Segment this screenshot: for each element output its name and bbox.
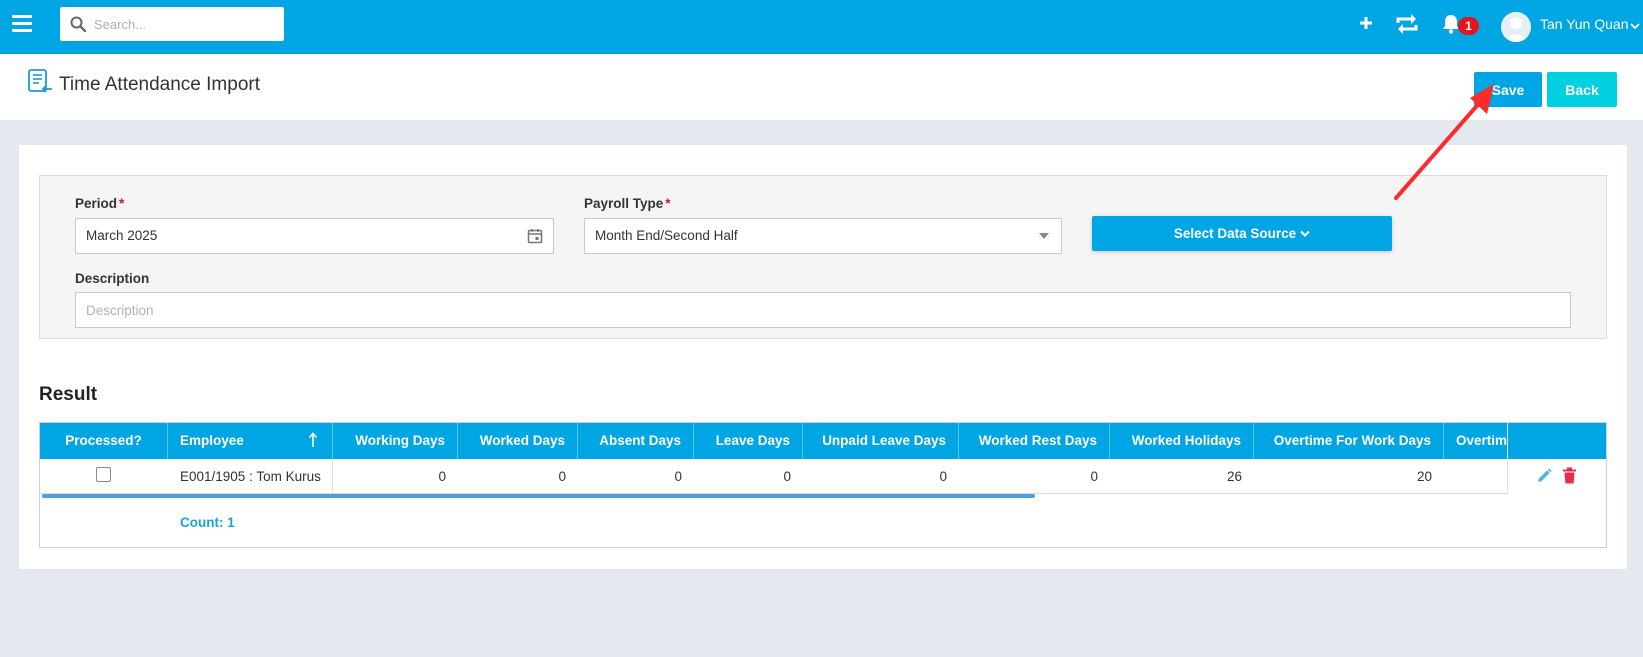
- payroll-type-value: Month End/Second Half: [595, 228, 738, 243]
- period-value: March 2025: [86, 228, 158, 243]
- dropdown-caret-icon[interactable]: [1039, 233, 1049, 239]
- payroll-type-label: Payroll Type *: [584, 196, 671, 211]
- column-header-worked-holidays[interactable]: Worked Holidays: [1110, 423, 1254, 459]
- table-row[interactable]: E001/1905 : Tom Kurus 0 0 0 0 0 0 26 20: [40, 459, 1606, 494]
- column-header-absent-days[interactable]: Absent Days: [578, 423, 694, 459]
- select-data-source-label: Select Data Source: [1173, 226, 1297, 241]
- top-navigation-bar: 1 Tan Yun Quan: [0, 0, 1643, 54]
- grid-header: Processed? Employee Working Days Worked …: [40, 423, 1606, 459]
- payroll-type-select[interactable]: Month End/Second Half: [584, 218, 1062, 254]
- column-header-processed[interactable]: Processed?: [40, 423, 168, 459]
- search-box[interactable]: [60, 7, 284, 41]
- cell-worked-rest-days: 0: [1090, 469, 1098, 484]
- description-input[interactable]: [75, 292, 1571, 328]
- row-actions-column: [1507, 423, 1606, 494]
- cell-worked-days: 0: [558, 469, 566, 484]
- cell-working-days: 0: [438, 469, 446, 484]
- column-header-worked-days[interactable]: Worked Days: [458, 423, 578, 459]
- column-header-overtime-for-work-days[interactable]: Overtime For Work Days: [1254, 423, 1444, 459]
- cell-employee: E001/1905 : Tom Kurus: [168, 459, 333, 494]
- import-document-icon: [28, 69, 52, 93]
- cell-absent-days: 0: [674, 469, 682, 484]
- page-title: Time Attendance Import: [59, 74, 261, 95]
- annotation-arrow-icon: [1394, 84, 1494, 200]
- user-avatar-icon: [1501, 12, 1531, 42]
- column-header-leave-days[interactable]: Leave Days: [694, 423, 803, 459]
- cell-worked-holidays: 26: [1226, 469, 1242, 484]
- avatar[interactable]: [1501, 12, 1531, 42]
- record-count: Count: 1: [180, 515, 235, 530]
- column-header-overtime[interactable]: Overtime: [1444, 423, 1514, 459]
- chevron-down-icon[interactable]: [1630, 22, 1640, 30]
- processed-checkbox[interactable]: [96, 467, 111, 482]
- menu-icon[interactable]: [12, 15, 32, 35]
- result-grid: Processed? Employee Working Days Worked …: [39, 422, 1607, 548]
- delete-icon[interactable]: [1562, 467, 1577, 484]
- column-header-working-days[interactable]: Working Days: [333, 423, 458, 459]
- search-input[interactable]: [94, 7, 278, 41]
- description-label: Description: [75, 271, 150, 286]
- sort-ascending-icon[interactable]: [308, 432, 318, 448]
- edit-icon[interactable]: [1536, 468, 1552, 484]
- calendar-icon[interactable]: [527, 228, 543, 244]
- column-header-worked-rest-days[interactable]: Worked Rest Days: [959, 423, 1110, 459]
- column-header-unpaid-leave-days[interactable]: Unpaid Leave Days: [803, 423, 959, 459]
- actions-header: [1508, 423, 1606, 459]
- search-icon: [70, 16, 86, 32]
- horizontal-scrollbar[interactable]: [42, 494, 1035, 498]
- plus-icon[interactable]: [1357, 14, 1375, 32]
- select-data-source-button[interactable]: Select Data Source: [1092, 216, 1392, 251]
- back-button[interactable]: Back: [1547, 72, 1617, 107]
- period-field[interactable]: March 2025: [75, 218, 554, 254]
- notification-badge[interactable]: 1: [1458, 17, 1479, 35]
- user-name[interactable]: Tan Yun Quan: [1540, 16, 1628, 32]
- sync-icon[interactable]: [1394, 12, 1420, 36]
- cell-overtime-for-work-days: 20: [1416, 469, 1432, 484]
- period-label: Period *: [75, 196, 125, 211]
- cell-leave-days: 0: [783, 469, 791, 484]
- cell-unpaid-leave-days: 0: [939, 469, 947, 484]
- result-title: Result: [39, 384, 98, 405]
- chevron-down-icon: [1300, 231, 1310, 238]
